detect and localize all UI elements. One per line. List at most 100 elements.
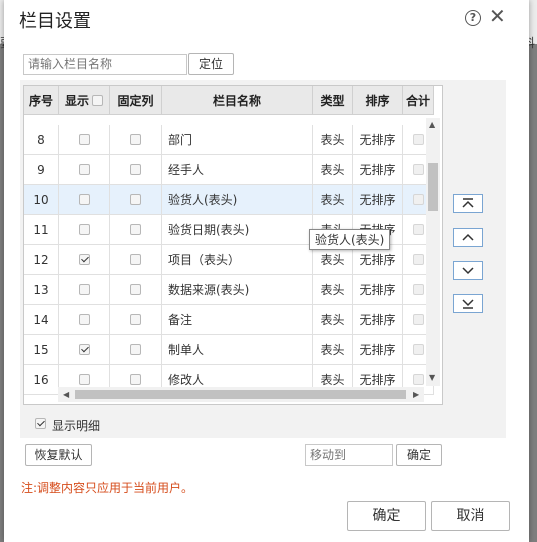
move-bottom-icon <box>462 299 474 309</box>
cell-show <box>59 185 110 215</box>
cell-fixed <box>110 335 162 365</box>
cell-index-text: 10 <box>33 192 49 207</box>
fixed-checkbox[interactable] <box>130 164 141 175</box>
show-all-checkbox[interactable] <box>92 94 103 106</box>
show-checkbox[interactable] <box>78 254 90 265</box>
cell-type-text: 表头 <box>320 343 345 357</box>
cell-sort-text: 无排序 <box>359 313 396 327</box>
cell-show <box>59 335 110 365</box>
user-scope-note: 注:调整内容只应用于当前用户。 <box>21 481 194 495</box>
header-type: 类型 <box>313 86 353 115</box>
show-checkbox[interactable] <box>78 164 90 175</box>
move-confirm-button[interactable]: 确定 <box>396 444 442 466</box>
cell-index: 16 <box>24 365 59 395</box>
cell-name: 验货日期(表头) <box>162 215 313 245</box>
show-checkbox[interactable] <box>78 194 90 205</box>
total-checkbox[interactable] <box>412 164 424 175</box>
cell-index-text: 8 <box>37 132 45 147</box>
move-to-input[interactable] <box>305 444 393 466</box>
cell-sort-text: 无排序 <box>359 163 396 177</box>
header-index: 序号 <box>24 86 59 115</box>
cell-show <box>59 275 110 305</box>
cell-name: 经手人 <box>162 155 313 185</box>
move-top-button[interactable] <box>453 194 483 213</box>
cell-type: 表头 <box>313 185 353 215</box>
cell-type: 表头 <box>313 155 353 185</box>
fixed-checkbox[interactable] <box>130 194 141 205</box>
restore-default-button[interactable]: 恢复默认 <box>25 444 92 466</box>
cell-show <box>59 215 110 245</box>
close-icon[interactable]: ✕ <box>489 6 506 26</box>
total-checkbox[interactable] <box>412 134 424 145</box>
move-bottom-button[interactable] <box>453 294 483 313</box>
fixed-checkbox[interactable] <box>130 374 141 385</box>
show-checkbox[interactable] <box>78 344 90 355</box>
show-checkbox[interactable] <box>78 224 90 235</box>
cell-type: 表头 <box>313 125 353 155</box>
cell-index-text: 14 <box>33 312 49 327</box>
cell-type-text: 表头 <box>320 313 345 327</box>
cell-name-text: 修改人 <box>168 373 205 387</box>
total-checkbox[interactable] <box>412 254 424 265</box>
show-detail-checkbox[interactable] <box>35 418 46 429</box>
cell-index: 15 <box>24 335 59 365</box>
cell-index: 9 <box>24 155 59 185</box>
cell-name-text: 部门 <box>168 133 193 147</box>
cell-sort-text: 无排序 <box>359 133 396 147</box>
cell-fixed <box>110 275 162 305</box>
fixed-checkbox[interactable] <box>130 314 141 325</box>
total-checkbox[interactable] <box>412 194 424 205</box>
dialog-title: 栏目设置 <box>19 11 91 32</box>
header-sort: 排序 <box>353 86 403 115</box>
fixed-checkbox[interactable] <box>130 254 141 265</box>
fixed-checkbox[interactable] <box>130 344 141 355</box>
cell-sort-text: 无排序 <box>359 283 396 297</box>
total-checkbox[interactable] <box>412 374 424 385</box>
cell-show <box>59 125 110 155</box>
horizontal-scroll-thumb[interactable] <box>75 390 406 399</box>
locate-button[interactable]: 定位 <box>188 53 234 75</box>
scroll-up-icon[interactable]: ▲ <box>429 120 435 129</box>
move-up-button[interactable] <box>453 228 483 247</box>
cell-sort: 无排序 <box>353 185 403 215</box>
cancel-button[interactable]: 取消 <box>431 501 510 531</box>
cell-show <box>59 155 110 185</box>
total-checkbox[interactable] <box>412 284 424 295</box>
move-down-button[interactable] <box>453 261 483 280</box>
fixed-checkbox[interactable] <box>130 134 141 145</box>
show-checkbox[interactable] <box>78 374 90 385</box>
help-icon[interactable]: ? <box>465 10 481 26</box>
total-checkbox[interactable] <box>412 314 424 325</box>
cell-name: 制单人 <box>162 335 313 365</box>
vertical-scroll-thumb[interactable] <box>428 163 438 211</box>
scroll-right-icon[interactable]: ▶ <box>413 390 419 399</box>
cell-sort-text: 无排序 <box>359 343 396 357</box>
total-checkbox[interactable] <box>412 224 424 235</box>
show-checkbox[interactable] <box>78 134 90 145</box>
cell-type-text: 表头 <box>320 253 345 267</box>
header-show[interactable]: 显示 <box>59 86 110 115</box>
show-checkbox[interactable] <box>78 314 90 325</box>
cell-name-text: 备注 <box>168 313 193 327</box>
cell-show <box>59 245 110 275</box>
cell-index-text: 9 <box>37 162 45 177</box>
scroll-down-icon[interactable]: ▼ <box>429 373 435 382</box>
cell-index-text: 16 <box>33 372 49 387</box>
show-checkbox[interactable] <box>78 284 90 295</box>
total-checkbox[interactable] <box>412 344 424 355</box>
ok-button[interactable]: 确定 <box>347 501 426 531</box>
scroll-left-icon[interactable]: ◀ <box>63 390 69 399</box>
cell-name: 数据来源(表头) <box>162 275 313 305</box>
cell-sort: 无排序 <box>353 275 403 305</box>
cell-fixed <box>110 185 162 215</box>
cell-index-text: 15 <box>33 342 49 357</box>
cell-type-text: 表头 <box>320 283 345 297</box>
column-search-input[interactable] <box>23 54 187 75</box>
header-total: 合计 <box>403 86 434 115</box>
fixed-checkbox[interactable] <box>130 224 141 235</box>
cell-name: 部门 <box>162 125 313 155</box>
cell-name-text: 验货人(表头) <box>168 193 238 207</box>
cell-index: 14 <box>24 305 59 335</box>
vertical-scrollbar[interactable] <box>426 118 440 386</box>
fixed-checkbox[interactable] <box>130 284 141 295</box>
